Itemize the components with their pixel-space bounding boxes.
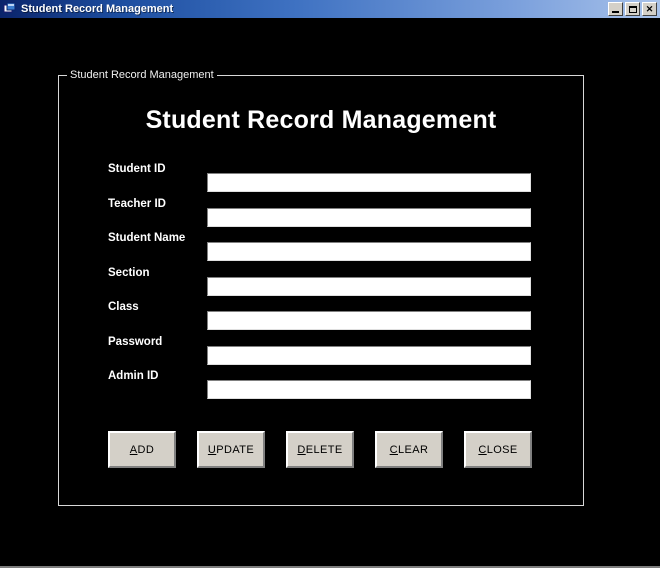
- update-button-label: PDATE: [216, 443, 255, 456]
- input-admin-id[interactable]: [207, 380, 531, 399]
- close-button[interactable]: ✕: [642, 2, 657, 16]
- minimize-button[interactable]: [608, 2, 623, 16]
- form-fields: Student ID Teacher ID Student Name Secti…: [59, 163, 583, 405]
- title-bar[interactable]: Student Record Management ✕: [0, 0, 660, 18]
- app-window-icon: [3, 2, 17, 16]
- input-student-id[interactable]: [207, 173, 531, 192]
- close-action-button[interactable]: C LOSE: [464, 431, 532, 468]
- window-controls: ✕: [608, 2, 657, 16]
- close-action-button-label: LOSE: [486, 443, 518, 456]
- groupbox-legend: Student Record Management: [67, 68, 217, 82]
- add-button[interactable]: A DD: [108, 431, 176, 468]
- maximize-button[interactable]: [625, 2, 640, 16]
- application-window: Student Record Management ✕ Student Reco…: [0, 0, 660, 568]
- update-button-mnemonic: U: [207, 443, 217, 456]
- label-admin-id: Admin ID: [108, 370, 159, 382]
- field-row-admin-id: Admin ID: [59, 370, 583, 405]
- field-row-section: Section: [59, 267, 583, 302]
- clear-button-label: LEAR: [398, 443, 429, 456]
- add-button-mnemonic: A: [129, 443, 138, 456]
- window-title: Student Record Management: [21, 3, 174, 15]
- input-teacher-id[interactable]: [207, 207, 531, 227]
- page-title: Student Record Management: [145, 106, 497, 134]
- update-button[interactable]: U PDATE: [197, 431, 265, 468]
- field-row-student-name: Student Name: [59, 232, 583, 267]
- label-class: Class: [108, 301, 139, 313]
- delete-button-mnemonic: D: [297, 443, 306, 456]
- field-row-class: Class: [59, 301, 583, 336]
- input-password[interactable]: [207, 345, 531, 365]
- add-button-label: DD: [137, 443, 155, 456]
- field-row-student-id: Student ID: [59, 163, 583, 198]
- delete-button-label: ELETE: [305, 443, 343, 456]
- clear-button[interactable]: C LEAR: [375, 431, 443, 468]
- maximize-icon: [626, 3, 639, 15]
- input-section[interactable]: [207, 276, 531, 296]
- form-body: Student Record Management Student Record…: [0, 18, 660, 566]
- student-record-groupbox: Student Record Management Student Record…: [58, 68, 584, 506]
- input-class[interactable]: [207, 311, 531, 330]
- delete-button[interactable]: D ELETE: [286, 431, 354, 468]
- close-icon: ✕: [645, 3, 654, 14]
- field-row-teacher-id: Teacher ID: [59, 198, 583, 233]
- action-button-row: A DD U PDATE D ELETE C LEAR C LOSE: [108, 431, 538, 468]
- label-teacher-id: Teacher ID: [108, 197, 166, 210]
- label-password: Password: [108, 335, 163, 348]
- clear-button-mnemonic: C: [389, 443, 398, 456]
- field-row-password: Password: [59, 336, 583, 371]
- label-section: Section: [108, 266, 150, 279]
- minimize-icon: [609, 3, 622, 15]
- input-student-name[interactable]: [207, 242, 531, 261]
- close-action-button-mnemonic: C: [478, 443, 487, 456]
- label-student-id: Student ID: [108, 163, 166, 175]
- label-student-name: Student Name: [108, 232, 186, 244]
